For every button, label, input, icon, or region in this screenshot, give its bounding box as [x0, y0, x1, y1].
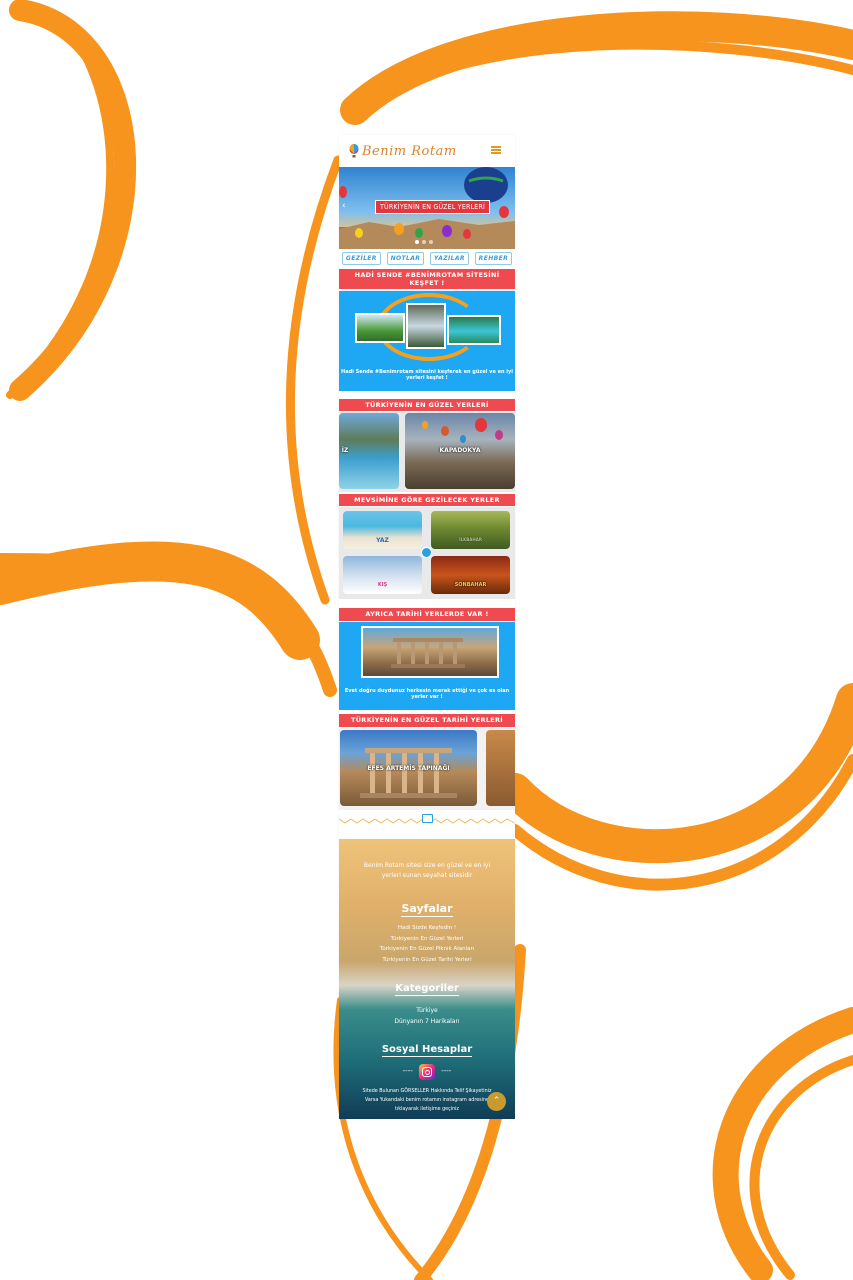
season-card-autumn[interactable]: SONBAHAR [431, 556, 510, 594]
site-logo[interactable]: Benim Rotam [349, 141, 457, 161]
discover-text: Hadi Sende #Benimrotam sitesini keşferek… [341, 369, 513, 381]
season-card-winter[interactable]: KIŞ [343, 556, 422, 594]
season-card-label: İLKBAHAR [459, 537, 482, 542]
footer-category-link[interactable]: Dünyanın 7 Harikaları [339, 1016, 515, 1027]
slider-dot[interactable] [422, 240, 426, 244]
tab-notlar[interactable]: NOTLAR [386, 252, 425, 265]
footer-page-link[interactable]: Türkiyenin En Güzel Piknik Alanları [339, 944, 515, 955]
tab-geziler[interactable]: GEZİLER [341, 252, 381, 265]
seasons-title: MEVSİMİNE GÖRE GEZİLECEK YERLER [339, 494, 515, 506]
footer-categories-list: Türkiye Dünyanın 7 Harikaları [339, 1005, 515, 1027]
instagram-icon[interactable] [419, 1064, 435, 1080]
historic-card[interactable]: EFES ARTEMİS TAPINAĞI [340, 730, 477, 806]
slider-prev-icon[interactable]: ‹ [342, 201, 346, 211]
historic-card[interactable] [486, 730, 515, 806]
slider-dots[interactable] [415, 240, 433, 244]
footer-intro: Benim Rotam sitesi size en güzel ve en i… [363, 862, 491, 879]
place-card[interactable]: İZ [339, 413, 399, 489]
footer-page-link[interactable]: Türkiyenin En Güzel Yerleri [339, 934, 515, 945]
season-card-spring[interactable]: İLKBAHAR [431, 511, 510, 549]
footer-page-link[interactable]: Türkiyenin En Güzel Tarihi Yerleri [339, 955, 515, 966]
discover-box[interactable]: Hadi Sende #Benimrotam sitesini keşferek… [339, 291, 515, 391]
season-card-label: YAZ [376, 537, 389, 544]
discover-photo-green [355, 313, 405, 343]
site-header: Benim Rotam [339, 135, 515, 167]
history-title: AYRICA TARİHİ YERLERDE VAR ! [339, 608, 515, 621]
hero-slider[interactable]: ‹ TÜRKİYENİN EN GÜZEL YERLERİ [339, 167, 515, 249]
discover-photo-waterfall [406, 303, 446, 349]
category-tabs: GEZİLER NOTLAR YAZILAR REHBER [339, 252, 515, 266]
footer-categories-title: Kategoriler [395, 983, 459, 996]
tab-yazilar[interactable]: YAZILAR [430, 252, 469, 265]
footer-pages-title: Sayfalar [401, 902, 453, 917]
place-card-label: İZ [341, 447, 349, 454]
logo-text: Benim Rotam [362, 143, 457, 159]
hamburger-icon[interactable] [491, 146, 501, 154]
hero-caption: TÜRKİYENİN EN GÜZEL YERLERİ [375, 200, 491, 214]
history-box[interactable]: Evet doğru duydunuz herkesin merak ettiğ… [339, 622, 515, 710]
chevron-up-icon: ⌃ [492, 1096, 501, 1106]
place-card[interactable]: KAPADOKYA [405, 413, 515, 489]
footer-pages-list: Hadi Sizde Keşfedin ! Türkiyenin En Güze… [339, 923, 515, 965]
footer-envelope-icon [422, 814, 433, 823]
social-dash: ---- [402, 1067, 413, 1075]
season-card-label: SONBAHAR [454, 582, 487, 588]
seasons-grid: YAZ İLKBAHAR KIŞ SONBAHAR [339, 507, 515, 599]
footer-category-link[interactable]: Türkiye [339, 1005, 515, 1016]
footer-page-link[interactable]: Hadi Sizde Keşfedin ! [339, 923, 515, 934]
footer-social-title: Sosyal Hesaplar [381, 1044, 473, 1057]
mobile-page: Benim Rotam ‹ TÜRKİYENİN EN GÜZEL YERLER… [339, 135, 515, 1119]
place-card-label: KAPADOKYA [439, 447, 481, 454]
discover-title: HADİ SENDE #BENİMROTAM SİTESİNİ KEŞFET ! [339, 269, 515, 289]
hot-air-balloon-icon [349, 144, 359, 158]
scroll-to-top-button[interactable]: ⌃ [487, 1092, 506, 1111]
social-dash: ---- [441, 1067, 452, 1075]
historic-carousel: EFES ARTEMİS TAPINAĞI [339, 728, 515, 810]
discover-photo-lake [447, 315, 501, 345]
season-card-label: KIŞ [377, 582, 388, 588]
season-card-summer[interactable]: YAZ [343, 511, 422, 549]
slider-dot[interactable] [415, 240, 419, 244]
history-text: Evet doğru duydunuz herkesin merak ettiğ… [344, 688, 510, 700]
ruins-illustration [391, 638, 465, 668]
best-places-title: TÜRKİYENİN EN GÜZEL YERLERİ [339, 399, 515, 411]
best-places-carousel: İZ KAPADOKYA [339, 412, 515, 492]
history-photo [361, 626, 499, 678]
slider-dot[interactable] [429, 240, 433, 244]
compass-icon [421, 547, 432, 558]
tab-rehber[interactable]: REHBER [474, 252, 513, 265]
historic-card-label: EFES ARTEMİS TAPINAĞI [367, 765, 450, 772]
historic-places-title: TÜRKİYENİN EN GÜZEL TARİHİ YERLERİ [339, 714, 515, 727]
